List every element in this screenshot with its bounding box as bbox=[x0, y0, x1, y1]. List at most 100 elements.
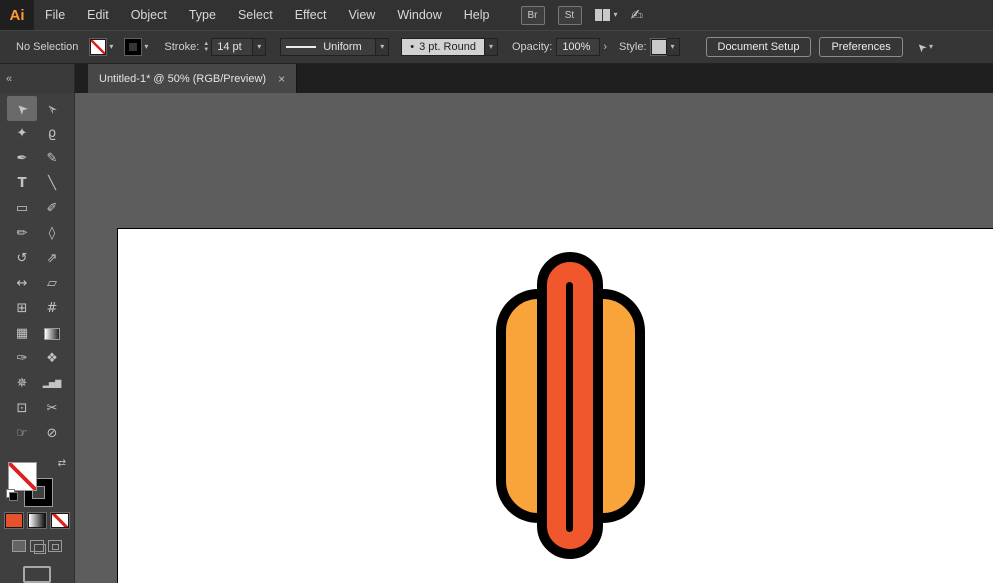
menu-item-view[interactable]: View bbox=[337, 0, 386, 30]
menu-item-window[interactable]: Window bbox=[386, 0, 452, 30]
eyedropper-tool[interactable]: ✑ bbox=[7, 346, 37, 371]
select-similar-icon: ➤ bbox=[914, 39, 930, 55]
toolbar-collapse-button[interactable]: « bbox=[0, 64, 75, 93]
slice-tool-icon: ✂ bbox=[47, 401, 58, 416]
style-dropdown[interactable]: ▾ bbox=[667, 38, 680, 56]
hotdog-center-line[interactable] bbox=[566, 282, 573, 532]
scale-tool[interactable]: ⇗ bbox=[37, 246, 67, 271]
lasso-tool[interactable]: ϱ bbox=[37, 121, 67, 146]
stroke-weight-value[interactable]: 14 pt bbox=[211, 38, 253, 56]
document-setup-button[interactable]: Document Setup bbox=[706, 37, 812, 57]
shape-builder-tool[interactable]: ⊞ bbox=[7, 296, 37, 321]
paintbrush-tool[interactable]: ✐ bbox=[37, 196, 67, 221]
hand-tool[interactable]: ☞ bbox=[7, 421, 37, 446]
hand-tool-icon: ☞ bbox=[16, 426, 28, 441]
stroke-weight-dropdown[interactable]: ▾ bbox=[253, 38, 266, 56]
width-tool[interactable]: ↔ bbox=[7, 271, 37, 296]
stroke-stepper[interactable]: ▲ ▼ bbox=[203, 41, 209, 53]
opacity-value[interactable]: 100% bbox=[556, 38, 600, 56]
gradient-button[interactable] bbox=[28, 513, 46, 528]
eraser-tool[interactable]: ◊ bbox=[37, 221, 67, 246]
bridge-icon[interactable]: Br bbox=[521, 6, 545, 25]
zoom-tool[interactable]: ⊘ bbox=[37, 421, 67, 446]
menu-item-file[interactable]: File bbox=[34, 0, 76, 30]
screen-mode-button[interactable] bbox=[23, 566, 51, 583]
pen-tool[interactable]: ✒ bbox=[7, 146, 37, 171]
curvature-tool-icon: ✎ bbox=[47, 151, 58, 166]
chevron-down-icon: ▾ bbox=[109, 43, 113, 51]
selection-tool[interactable]: ➤ bbox=[7, 96, 37, 121]
touch-workspace-icon[interactable]: ✍ bbox=[631, 6, 644, 24]
style-swatch-icon bbox=[651, 39, 667, 55]
swap-fill-stroke-icon[interactable]: ⇄ bbox=[58, 458, 66, 469]
width-profile-dropdown[interactable]: ▾ bbox=[376, 38, 389, 56]
gradient-tool-icon bbox=[44, 328, 60, 340]
magic-wand-tool[interactable]: ✦ bbox=[7, 121, 37, 146]
rotate-tool[interactable]: ↺ bbox=[7, 246, 37, 271]
style-label[interactable]: Style: bbox=[619, 41, 647, 53]
fill-color-control[interactable]: ▾ bbox=[90, 39, 113, 55]
slice-tool[interactable]: ✂ bbox=[37, 396, 67, 421]
menu-item-effect[interactable]: Effect bbox=[284, 0, 338, 30]
opacity-label[interactable]: Opacity: bbox=[512, 41, 552, 53]
brush-dot-icon: • bbox=[410, 41, 414, 53]
stroke-swatch-icon bbox=[125, 39, 141, 55]
shape-builder-tool-icon: ⊞ bbox=[17, 301, 28, 316]
arrange-documents-button[interactable]: ▾ bbox=[595, 9, 618, 21]
column-graph-tool[interactable]: ▂▅▇ bbox=[37, 371, 67, 396]
symbol-sprayer-tool[interactable]: ✵ bbox=[7, 371, 37, 396]
menu-item-select[interactable]: Select bbox=[227, 0, 284, 30]
stroke-weight-control[interactable]: ▲ ▼ 14 pt ▾ bbox=[203, 38, 266, 56]
shaper-tool[interactable]: ✏ bbox=[7, 221, 37, 246]
select-similar-control[interactable]: ➤ ▾ bbox=[917, 41, 933, 54]
selection-status: No Selection bbox=[16, 41, 78, 53]
artboard-tool[interactable]: ⊡ bbox=[7, 396, 37, 421]
curvature-tool[interactable]: ✎ bbox=[37, 146, 67, 171]
stepper-down-icon[interactable]: ▼ bbox=[203, 47, 209, 53]
none-button[interactable] bbox=[51, 513, 69, 528]
width-profile-field: Uniform bbox=[280, 38, 376, 56]
fill-stroke-indicator: ⇄ bbox=[6, 458, 68, 499]
draw-normal-button[interactable] bbox=[12, 540, 26, 552]
graphic-style-control[interactable]: ▾ bbox=[651, 38, 680, 56]
menu-bar: Ai File Edit Object Type Select Effect V… bbox=[0, 0, 993, 30]
symbol-sprayer-tool-icon: ✵ bbox=[17, 376, 28, 391]
line-segment-tool[interactable]: ╲ bbox=[37, 171, 67, 196]
chevron-down-icon: ▾ bbox=[929, 43, 933, 51]
gradient-tool[interactable] bbox=[37, 321, 67, 346]
blend-tool[interactable]: ❖ bbox=[37, 346, 67, 371]
draw-behind-button[interactable] bbox=[30, 540, 44, 552]
brush-definition-control[interactable]: • 3 pt. Round ▾ bbox=[401, 38, 498, 56]
fill-indicator[interactable] bbox=[8, 462, 37, 491]
width-tool-icon: ↔ bbox=[17, 276, 28, 291]
direct-selection-tool[interactable]: ➢ bbox=[37, 96, 67, 121]
default-fill-stroke-icon[interactable] bbox=[6, 489, 18, 501]
canvas[interactable] bbox=[75, 93, 993, 583]
width-profile-control[interactable]: Uniform ▾ bbox=[280, 38, 389, 56]
brush-dropdown[interactable]: ▾ bbox=[485, 38, 498, 56]
color-mode-buttons bbox=[5, 513, 69, 528]
document-tab[interactable]: Untitled-1* @ 50% (RGB/Preview) × bbox=[88, 64, 297, 93]
preferences-button[interactable]: Preferences bbox=[819, 37, 902, 57]
mesh-tool[interactable]: ▦ bbox=[7, 321, 37, 346]
menu-item-edit[interactable]: Edit bbox=[76, 0, 120, 30]
menu-item-type[interactable]: Type bbox=[178, 0, 227, 30]
shaper-tool-icon: ✏ bbox=[17, 226, 28, 241]
free-transform-tool[interactable]: ▱ bbox=[37, 271, 67, 296]
type-tool[interactable]: T bbox=[7, 171, 37, 196]
stroke-color-control[interactable]: ▾ bbox=[125, 39, 148, 55]
rectangle-tool[interactable]: ▭ bbox=[7, 196, 37, 221]
close-tab-icon[interactable]: × bbox=[278, 72, 285, 86]
magic-wand-tool-icon: ✦ bbox=[17, 126, 28, 141]
perspective-grid-tool[interactable]: # bbox=[37, 296, 67, 321]
menu-item-help[interactable]: Help bbox=[453, 0, 501, 30]
draw-inside-button[interactable] bbox=[48, 540, 62, 552]
opacity-chevron-icon[interactable]: › bbox=[603, 41, 607, 53]
line-segment-tool-icon: ╲ bbox=[48, 176, 56, 191]
brush-value: 3 pt. Round bbox=[419, 41, 476, 53]
color-button[interactable] bbox=[5, 513, 23, 528]
drawing-mode-buttons bbox=[12, 540, 62, 552]
stroke-weight-label[interactable]: Stroke: bbox=[164, 41, 199, 53]
menu-item-object[interactable]: Object bbox=[120, 0, 178, 30]
stock-icon[interactable]: St bbox=[558, 6, 582, 25]
